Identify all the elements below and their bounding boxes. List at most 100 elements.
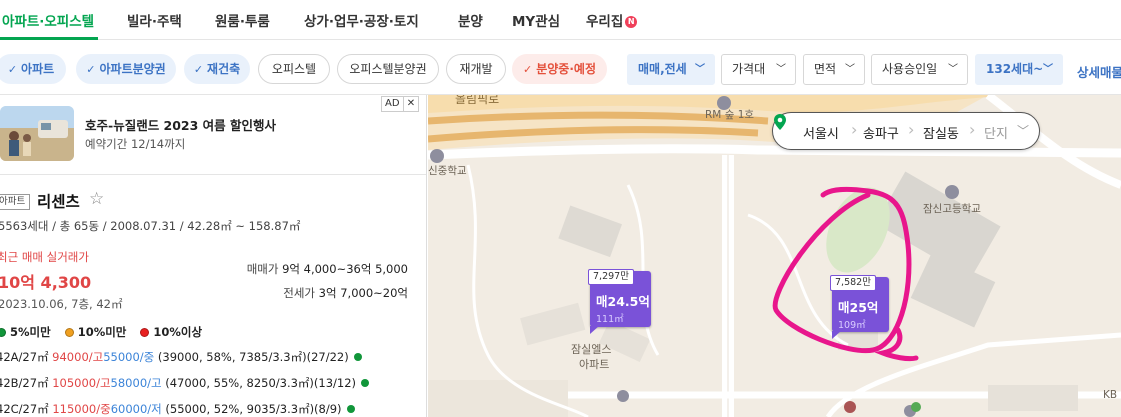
dropdown-approval-date[interactable]: 사용승인일 ﹀ <box>871 54 968 85</box>
filter-chip-reconstruction[interactable]: ✓ 재건축 <box>184 54 250 84</box>
filter-chip-label: 재건축 <box>207 62 241 76</box>
unit-type: 42C/27㎡ <box>0 402 49 416</box>
dropdown-trade-type[interactable]: 매매,전세 ﹀ <box>627 54 715 85</box>
unit-type: 42A/27㎡ <box>0 350 49 364</box>
legend-label: 10%미만 <box>77 325 127 339</box>
ratio-legend: 5%미만 10%미만 10%이상 <box>0 324 202 340</box>
green-dot-icon <box>361 379 370 387</box>
breadcrumb-dong[interactable]: 잠실동 <box>923 123 959 142</box>
filter-chip-officetel-presale-right[interactable]: 오피스텔분양권 <box>337 54 439 84</box>
rent-range-label: 전세가 <box>283 286 316 300</box>
detail-filter-button[interactable]: 상세매물 <box>1077 62 1121 81</box>
star-icon[interactable]: ☆ <box>89 189 104 209</box>
complex-specs: 5563세대 / 총 65동 / 2008.07.31 / 42.28㎡ ~ 1… <box>0 219 301 233</box>
complex-name: 리센츠 <box>37 193 80 211</box>
dropdown-households[interactable]: 132세대~ ﹀ <box>975 54 1063 85</box>
price-marker[interactable]: 7,582만 매25억 109㎡ <box>830 275 889 339</box>
divider <box>0 174 426 175</box>
marker-price: 매25억 <box>838 300 879 315</box>
sale-price: 94000/고 <box>52 350 104 364</box>
dropdown-label: 사용승인일 <box>882 62 938 76</box>
nav-tab-oneroom-tworoom[interactable]: 원룸·투룸 <box>215 10 270 30</box>
nav-tab-apartment-officetel[interactable]: 아파트·오피스텔 <box>2 10 94 30</box>
ad-banner[interactable]: 호주-뉴질랜드 2023 여름 할인행사 예약기간 12/14까지 AD ✕ <box>0 95 420 174</box>
nav-tab-presale[interactable]: 분양 <box>458 10 483 30</box>
new-badge: N <box>625 16 638 28</box>
green-dot-icon <box>353 353 362 361</box>
sale-range-value: 9억 4,000~36억 5,000 <box>282 262 408 276</box>
legend-label: 10%이상 <box>153 325 203 339</box>
marker-area: 109㎡ <box>838 320 866 331</box>
filter-chip-label: 오피스텔분양권 <box>349 62 427 76</box>
filter-chip-redevelopment[interactable]: 재개발 <box>446 54 506 84</box>
marker-price: 매24.5억 <box>596 294 650 309</box>
chevron-down-icon: ﹀ <box>695 64 705 75</box>
map-poi-label: RM 숲 1호 <box>705 109 755 121</box>
rent-price-range: 전세가 3억 7,000~20억 <box>283 285 408 301</box>
breadcrumb-separator: › <box>969 120 976 139</box>
chevron-down-icon: ﹀ <box>845 64 855 75</box>
filter-chip-presale-ongoing[interactable]: ✓ 분양중·예정 <box>512 54 607 84</box>
trade-detail: (55000, 52%, 9035/3.3㎡)(8/9) <box>165 402 342 416</box>
filter-bar: ✓ 아파트 ✓ 아파트분양권 ✓ 재건축 오피스텔 오피스텔분양권 재개발 ✓ 분양중·… <box>0 40 1121 95</box>
map-school-label: 신중학교 <box>428 165 467 177</box>
filter-chip-label: 아파트분양권 <box>99 62 166 76</box>
trade-row[interactable]: 42C/27㎡ 115000/중60000/저 (55000, 52%, 903… <box>0 401 355 417</box>
map-school-label: 잠신고등학교 <box>923 203 981 215</box>
filter-chip-officetel[interactable]: 오피스텔 <box>258 54 330 84</box>
chevron-down-icon: ﹀ <box>776 64 786 75</box>
rent-range-value: 3억 7,000~20억 <box>318 286 408 300</box>
chevron-down-icon: ﹀ <box>1043 64 1053 75</box>
dropdown-price-range[interactable]: 가격대 ﹀ <box>721 54 796 85</box>
nav-tab-my-interest[interactable]: MY관심 <box>512 10 560 30</box>
trade-detail: (47000, 55%, 8250/3.3㎡)(13/12) <box>165 376 357 390</box>
chevron-down-icon[interactable]: ﹀ <box>1017 122 1029 139</box>
dropdown-label: 매매,전세 <box>638 62 687 76</box>
red-dot-icon <box>140 327 150 337</box>
filter-chip-apartment[interactable]: ✓ 아파트 <box>0 54 66 84</box>
sale-price-range: 매매가 9억 4,000~36억 5,000 <box>247 261 408 277</box>
breadcrumb-district[interactable]: 송파구 <box>863 123 899 142</box>
complex-info-panel: 호주-뉴질랜드 2023 여름 할인행사 예약기간 12/14까지 AD ✕ 아… <box>0 95 427 417</box>
ad-close-button[interactable]: ✕ <box>403 96 419 112</box>
marker-area: 111㎡ <box>596 314 624 325</box>
sale-range-label: 매매가 <box>246 262 279 276</box>
marker-tail <box>832 331 841 339</box>
trade-row[interactable]: 42B/27㎡ 105000/고58000/고 (47000, 55%, 825… <box>0 375 370 391</box>
trade-row[interactable]: 42A/27㎡ 94000/고55000/중 (39000, 58%, 7385… <box>0 349 362 365</box>
check-icon: ✓ <box>86 63 96 76</box>
check-icon: ✓ <box>7 63 18 76</box>
marker-price-per-pyeong: 7,582만 <box>830 275 876 291</box>
ad-subtitle: 예약기간 12/14까지 <box>85 137 186 151</box>
filter-chip-apartment-presale-right[interactable]: ✓ 아파트분양권 <box>76 54 176 84</box>
nav-tab-villa-house[interactable]: 빌라·주택 <box>127 10 182 30</box>
chevron-down-icon: ﹀ <box>948 64 958 75</box>
map-apartment-label: 아파트 <box>579 358 610 371</box>
map-road-label: 올림픽로 <box>455 95 500 106</box>
unit-type: 42B/27㎡ <box>0 376 49 390</box>
nav-tab-my-home[interactable]: 우리집 N <box>586 10 638 30</box>
breadcrumb-complex[interactable]: 단지 <box>984 123 1008 142</box>
dropdown-label: 132세대~ <box>986 62 1044 76</box>
map-apartment-label: 잠실엘스 <box>571 343 612 356</box>
map-poi-label: KB <box>1103 389 1118 401</box>
breadcrumb-city[interactable]: 서울시 <box>803 123 839 142</box>
sale-price: 115000/중 <box>52 402 111 416</box>
sale-price: 105000/고 <box>52 376 111 390</box>
region-breadcrumb: 서울시 › 송파구 › 잠실동 › 단지 ﹀ <box>772 112 1040 150</box>
ad-thumbnail <box>0 106 74 161</box>
check-icon: ✓ <box>523 63 533 76</box>
ad-badge: AD <box>381 96 404 112</box>
dropdown-area[interactable]: 면적 ﹀ <box>803 54 865 85</box>
marker-tail <box>590 326 599 334</box>
filter-chip-label: 오피스텔 <box>271 62 317 76</box>
top-navigation: 아파트·오피스텔 빌라·주택 원룸·투룸 상가·업무·공장·토지 분양 MY관심… <box>0 0 1121 40</box>
legend-label: 5%미만 <box>10 325 51 339</box>
price-marker[interactable]: 7,297만 매24.5억 111㎡ <box>588 269 651 334</box>
nav-tab-commercial[interactable]: 상가·업무·공장·토지 <box>304 10 419 30</box>
filter-chip-label: 재개발 <box>459 62 493 76</box>
property-type-badge: 아파트 <box>0 194 31 210</box>
filter-chip-label: 아파트 <box>21 62 55 76</box>
map-view[interactable]: 올림픽로 RM 숲 1호 신중학교 잠신고등학교 잠실엘스 아파트 KB 서울시… <box>428 95 1121 417</box>
location-pin-icon <box>774 114 786 130</box>
